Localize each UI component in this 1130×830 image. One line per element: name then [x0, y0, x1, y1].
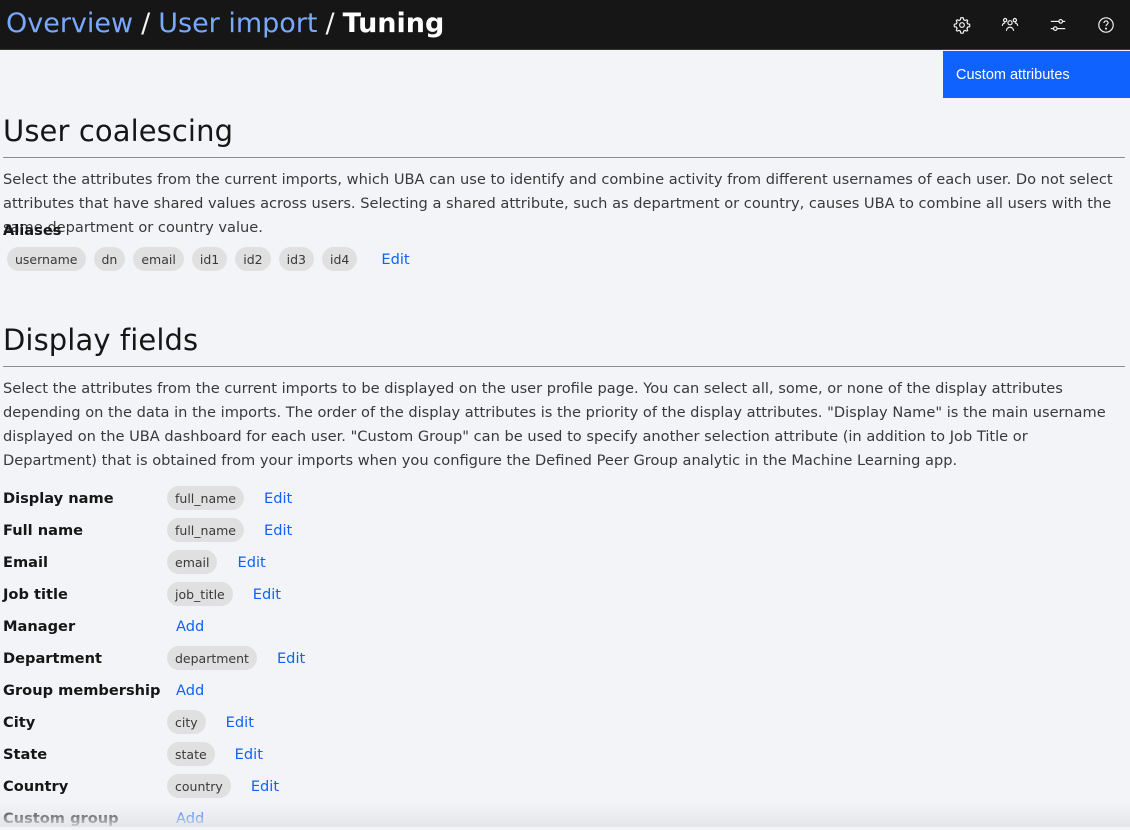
- display-fields-heading: Display fields: [3, 323, 198, 357]
- field-value-tag: state: [167, 742, 215, 766]
- breadcrumb-separator: /: [318, 8, 343, 39]
- settings-icon: [953, 16, 971, 34]
- add-group-membership-link[interactable]: Add: [176, 682, 204, 699]
- edit-department-link[interactable]: Edit: [277, 650, 305, 667]
- field-label: City: [3, 714, 167, 731]
- sliders-button[interactable]: [1034, 1, 1082, 49]
- breadcrumb-overview[interactable]: Overview: [6, 8, 133, 39]
- add-custom-group-link[interactable]: Add: [176, 810, 204, 827]
- edit-state-link[interactable]: Edit: [235, 746, 263, 763]
- add-manager-link[interactable]: Add: [176, 618, 204, 635]
- custom-attributes-button[interactable]: Custom attributes: [943, 51, 1130, 98]
- alias-tag: id1: [192, 247, 227, 271]
- field-row-department: Department department Edit: [3, 646, 305, 670]
- edit-display-name-link[interactable]: Edit: [264, 490, 292, 507]
- alias-tag: id4: [322, 247, 357, 271]
- field-label: Email: [3, 554, 167, 571]
- field-label: Country: [3, 778, 167, 795]
- field-value-tag: email: [167, 550, 217, 574]
- edit-full-name-link[interactable]: Edit: [264, 522, 292, 539]
- divider: [3, 366, 1125, 367]
- alias-tag: email: [133, 247, 183, 271]
- edit-email-link[interactable]: Edit: [237, 554, 265, 571]
- field-value-tag: job_title: [167, 582, 233, 606]
- alias-tag: id2: [235, 247, 270, 271]
- field-row-display-name: Display name full_name Edit: [3, 486, 292, 510]
- breadcrumb-separator: /: [133, 8, 158, 39]
- users-icon: [1001, 16, 1019, 34]
- field-row-custom-group: Custom group Add: [3, 806, 204, 830]
- divider: [3, 157, 1125, 158]
- help-icon: [1097, 16, 1115, 34]
- header-actions: [938, 0, 1130, 50]
- field-value-tag: full_name: [167, 486, 244, 510]
- page-title: Tuning: [343, 8, 445, 39]
- breadcrumb: Overview/User import/Tuning: [6, 6, 444, 42]
- field-row-group-membership: Group membership Add: [3, 678, 204, 702]
- aliases-label: Aliases: [3, 222, 61, 239]
- field-row-state: State state Edit: [3, 742, 263, 766]
- field-row-email: Email email Edit: [3, 550, 266, 574]
- top-bar: Overview/User import/Tuning: [0, 0, 1130, 50]
- field-value-tag: city: [167, 710, 206, 734]
- field-label: State: [3, 746, 167, 763]
- display-fields-description: Select the attributes from the current i…: [3, 377, 1123, 473]
- field-row-job-title: Job title job_title Edit: [3, 582, 281, 606]
- user-coalescing-heading: User coalescing: [3, 114, 233, 148]
- field-value-tag: department: [167, 646, 257, 670]
- field-row-full-name: Full name full_name Edit: [3, 518, 292, 542]
- field-row-country: Country country Edit: [3, 774, 279, 798]
- field-value-tag: country: [167, 774, 231, 798]
- help-button[interactable]: [1082, 1, 1130, 49]
- field-label: Job title: [3, 586, 167, 603]
- field-label: Group membership: [3, 682, 167, 699]
- alias-tag: dn: [94, 247, 126, 271]
- user-coalescing-description: Select the attributes from the current i…: [3, 168, 1123, 240]
- aliases-list: username dn email id1 id2 id3 id4 Edit: [7, 247, 410, 271]
- field-label: Custom group: [3, 810, 167, 827]
- edit-aliases-link[interactable]: Edit: [381, 251, 409, 268]
- breadcrumb-user-import[interactable]: User import: [158, 8, 317, 39]
- alias-tag: id3: [279, 247, 314, 271]
- users-button[interactable]: [986, 1, 1034, 49]
- field-label: Full name: [3, 522, 167, 539]
- field-row-city: City city Edit: [3, 710, 254, 734]
- edit-city-link[interactable]: Edit: [226, 714, 254, 731]
- field-value-tag: full_name: [167, 518, 244, 542]
- edit-country-link[interactable]: Edit: [251, 778, 279, 795]
- field-label: Department: [3, 650, 167, 667]
- alias-tag: username: [7, 247, 86, 271]
- sliders-icon: [1049, 16, 1067, 34]
- settings-button[interactable]: [938, 1, 986, 49]
- edit-job-title-link[interactable]: Edit: [253, 586, 281, 603]
- field-row-manager: Manager Add: [3, 614, 204, 638]
- field-label: Manager: [3, 618, 167, 635]
- field-label: Display name: [3, 490, 167, 507]
